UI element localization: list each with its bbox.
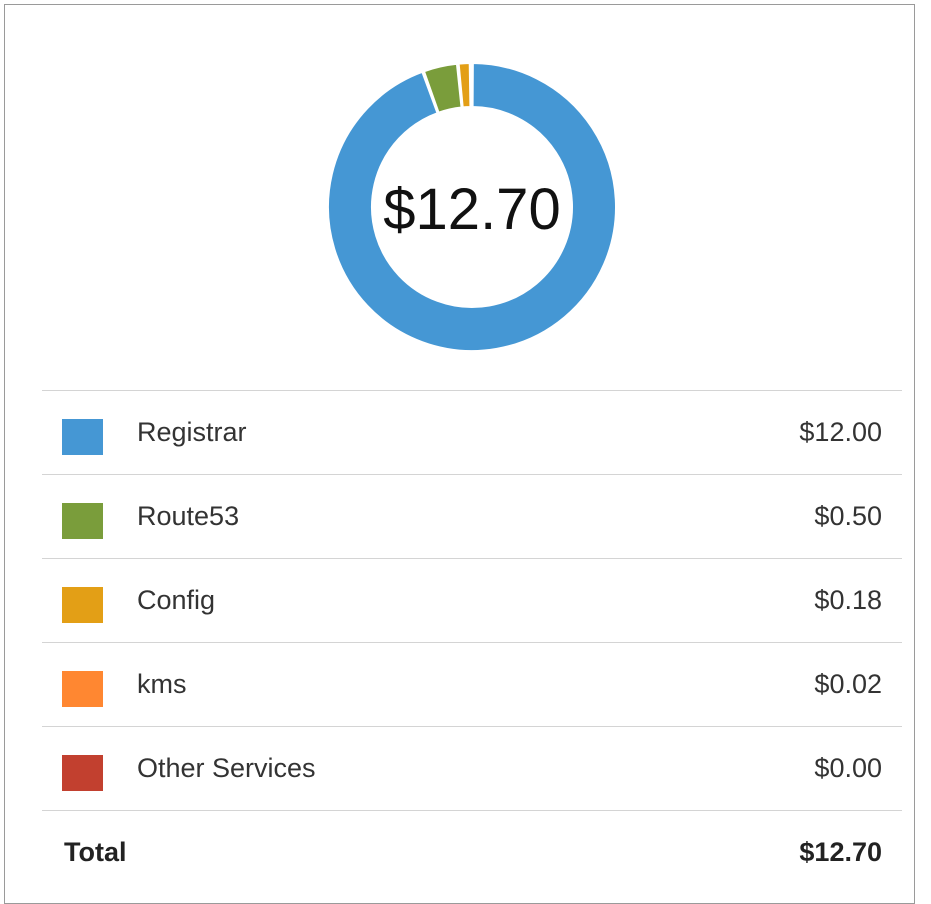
legend-row: Registrar $12.00: [42, 390, 902, 474]
legend-swatch: [62, 503, 103, 539]
legend-row: Config $0.18: [42, 558, 902, 642]
legend-swatch: [62, 419, 103, 455]
total-label: Total: [64, 837, 127, 867]
total-row: Total $12.70: [42, 810, 902, 894]
legend-label: Route53: [137, 501, 240, 531]
legend-label: kms: [137, 669, 187, 699]
cost-legend: Registrar $12.00 Route53 $0.50 Config $0…: [42, 390, 902, 894]
legend-swatch: [62, 671, 103, 707]
total-amount: $12.70: [799, 837, 882, 867]
cost-donut-chart: $12.70: [5, 5, 916, 391]
legend-amount: $12.00: [799, 417, 882, 447]
legend-amount: $0.02: [814, 669, 882, 699]
donut-center-total: $12.70: [383, 177, 560, 242]
legend-amount: $0.00: [814, 753, 882, 783]
legend-amount: $0.18: [814, 585, 882, 615]
legend-row: Other Services $0.00: [42, 726, 902, 810]
donut-chart-svg: $12.70: [327, 61, 617, 352]
legend-label: Other Services: [137, 753, 316, 783]
legend-swatch: [62, 755, 103, 791]
legend-row: Route53 $0.50: [42, 474, 902, 558]
legend-swatch: [62, 587, 103, 623]
cost-summary-panel: $12.70 Registrar $12.00 Route53 $0.50 Co…: [4, 4, 915, 904]
legend-label: Registrar: [137, 417, 247, 447]
legend-row: kms $0.02: [42, 642, 902, 726]
legend-label: Config: [137, 585, 216, 615]
donut-slice-kms[interactable]: [470, 62, 474, 109]
legend-amount: $0.50: [814, 501, 882, 531]
